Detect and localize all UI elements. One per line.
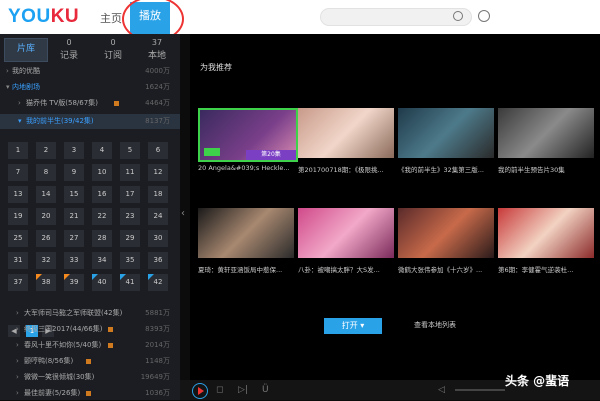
episode-button[interactable]: 37 <box>8 274 28 291</box>
episode-button[interactable]: 2 <box>36 142 56 159</box>
search-input[interactable] <box>320 8 472 26</box>
tom-badge <box>204 148 220 156</box>
episode-button[interactable]: 15 <box>64 186 84 203</box>
lock-icon <box>114 101 119 106</box>
episode-button[interactable]: 21 <box>64 208 84 225</box>
search-icon[interactable] <box>453 11 463 21</box>
video-thumbnail[interactable]: 第20集 <box>198 108 298 162</box>
video-caption[interactable]: 第6期：李健霍气逆袭杜... <box>498 264 594 274</box>
episode-button[interactable]: 42 <box>148 274 168 291</box>
sidebar-row[interactable]: › 春风十里不如你(5/40集) 2014万 <box>0 338 180 353</box>
next-icon[interactable]: ▷| <box>238 385 248 395</box>
episode-button[interactable]: 20 <box>36 208 56 225</box>
video-caption[interactable]: 夏琦：黄轩亚涵饭局中惹保... <box>198 264 294 274</box>
local-list-link[interactable]: 查看本地列表 <box>414 320 456 330</box>
watermark: 头条 @蜚语 <box>505 374 570 388</box>
sidebar-tabs: 片库 0 记录 0 订阅 37 本地 <box>4 38 174 62</box>
lock-icon <box>86 359 91 364</box>
nav-home[interactable]: 主页 <box>100 10 122 26</box>
episode-button[interactable]: 32 <box>36 252 56 269</box>
episode-badge: 第20集 <box>246 150 296 160</box>
sidebar-row[interactable]: › 猫乔伟 TV版(58/67集) 4464万 <box>0 96 180 111</box>
video-caption[interactable]: 微鹤大张伟参加《十六岁》... <box>398 264 494 274</box>
episode-button[interactable]: 39 <box>64 274 84 291</box>
episode-button[interactable]: 8 <box>36 164 56 181</box>
episode-button[interactable]: 31 <box>8 252 28 269</box>
tab-subscribe[interactable]: 0 订阅 <box>92 38 134 61</box>
episode-button[interactable]: 12 <box>148 164 168 181</box>
tab-local[interactable]: 37 本地 <box>136 38 178 61</box>
collapse-sidebar-icon[interactable]: ‹ <box>181 208 185 219</box>
play-icon[interactable] <box>192 383 208 399</box>
video-thumbnail[interactable] <box>398 208 494 258</box>
episode-button[interactable]: 17 <box>120 186 140 203</box>
episode-button[interactable]: 33 <box>64 252 84 269</box>
episode-button[interactable]: 25 <box>8 230 28 247</box>
video-caption[interactable]: 《我的前半生》32集第三版... <box>398 164 494 174</box>
video-caption[interactable]: 20 Angela&#039;s Heckle... <box>198 164 294 172</box>
episode-button[interactable]: 34 <box>92 252 112 269</box>
episode-button[interactable]: 36 <box>148 252 168 269</box>
episode-button[interactable]: 29 <box>120 230 140 247</box>
episode-button[interactable]: 30 <box>148 230 168 247</box>
sidebar-row[interactable]: › 微微一笑很倾城(30集) 19649万 <box>0 370 180 385</box>
tab-history[interactable]: 0 记录 <box>48 38 90 61</box>
episode-button[interactable]: 1 <box>8 142 28 159</box>
volume-icon[interactable]: ◁ <box>438 385 445 395</box>
episode-button[interactable]: 13 <box>8 186 28 203</box>
episode-button[interactable]: 24 <box>148 208 168 225</box>
video-thumbnail[interactable] <box>298 208 394 258</box>
episode-button[interactable]: 35 <box>120 252 140 269</box>
lock-icon <box>86 391 91 396</box>
sidebar-row[interactable]: ▾ 内地剧场 1624万 <box>0 80 180 95</box>
episode-button[interactable]: 40 <box>92 274 112 291</box>
sidebar: 片库 0 记录 0 订阅 37 本地 › 我的优酷 4000万 ▾ 内地剧场 1624万 › 猫… <box>0 34 180 400</box>
lock-icon <box>108 327 113 332</box>
episode-button[interactable]: 4 <box>92 142 112 159</box>
episode-button[interactable]: 9 <box>64 164 84 181</box>
sidebar-row[interactable]: › 颤哼鸭(8/56集) 1148万 <box>0 354 180 369</box>
stop-icon[interactable]: ◻ <box>216 385 223 395</box>
episode-button[interactable]: 19 <box>8 208 28 225</box>
episode-button[interactable]: 18 <box>148 186 168 203</box>
video-thumbnail[interactable] <box>498 208 594 258</box>
episode-button[interactable]: 41 <box>120 274 140 291</box>
open-button[interactable]: 打开 ▾ <box>324 318 382 334</box>
youku-logo[interactable]: YOUKU <box>8 6 79 28</box>
episode-button[interactable]: 23 <box>120 208 140 225</box>
episode-button[interactable]: 27 <box>64 230 84 247</box>
episode-button[interactable]: 26 <box>36 230 56 247</box>
episode-button[interactable]: 38 <box>36 274 56 291</box>
danmaku-icon[interactable]: Ü <box>262 385 269 395</box>
sidebar-row-selected[interactable]: ▾ 我的前半生(39/42集) 8137万 <box>0 114 180 129</box>
episode-button[interactable]: 28 <box>92 230 112 247</box>
episode-button[interactable]: 16 <box>92 186 112 203</box>
sidebar-row[interactable]: › 我的优酷 4000万 <box>0 64 180 79</box>
video-thumbnail[interactable] <box>498 108 594 158</box>
lock-icon <box>108 343 113 348</box>
video-caption[interactable]: 八卦：被嘲搞太胖？大S发... <box>298 264 394 274</box>
episode-button[interactable]: 14 <box>36 186 56 203</box>
episode-button[interactable]: 6 <box>148 142 168 159</box>
history-icon[interactable] <box>478 10 490 22</box>
top-bar: YOUKU 主页 播放 <box>0 0 600 42</box>
episode-button[interactable]: 7 <box>8 164 28 181</box>
video-thumbnail[interactable] <box>198 208 294 258</box>
main-panel: 为我推荐 第20集 20 Angela&#039;s Heckle... 第20… <box>190 34 600 380</box>
video-thumbnail[interactable] <box>398 108 494 158</box>
section-title: 为我推荐 <box>200 63 232 72</box>
video-thumbnail[interactable] <box>298 108 394 158</box>
episode-button[interactable]: 11 <box>120 164 140 181</box>
video-caption[interactable]: 我的前半生预告片30集 <box>498 164 594 174</box>
sidebar-row[interactable]: › 终极三国2017(44/66集) 8393万 <box>0 322 180 337</box>
sidebar-row[interactable]: › 最佳前妻(5/26集) 1036万 <box>0 386 180 401</box>
episode-button[interactable]: 3 <box>64 142 84 159</box>
video-caption[interactable]: 第201700718期：《极限挑... <box>298 164 394 174</box>
volume-slider[interactable] <box>455 389 505 391</box>
episode-button[interactable]: 22 <box>92 208 112 225</box>
episode-button[interactable]: 5 <box>120 142 140 159</box>
episode-button[interactable]: 10 <box>92 164 112 181</box>
sidebar-row[interactable]: › 大军师司马懿之军师联盟(42集) 5881万 <box>0 306 180 321</box>
tab-library[interactable]: 片库 <box>4 38 48 62</box>
